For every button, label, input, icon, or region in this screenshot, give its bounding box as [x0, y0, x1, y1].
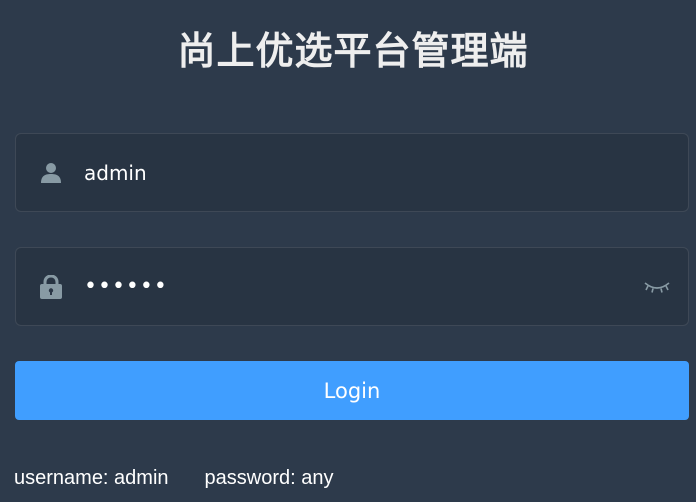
- login-page: 尚上优选平台管理端 admin •••••• Login username: a…: [0, 0, 696, 502]
- user-icon: [36, 158, 66, 188]
- username-tip: username: admin: [14, 467, 169, 489]
- login-tips: username: admin password: any: [14, 464, 334, 492]
- username-input[interactable]: [84, 152, 688, 193]
- page-title: 尚上优选平台管理端: [177, 29, 529, 73]
- eye-closed-icon[interactable]: [640, 272, 674, 302]
- lock-icon: [36, 272, 66, 302]
- login-button[interactable]: Login: [15, 361, 689, 420]
- password-input[interactable]: [84, 266, 640, 307]
- password-field[interactable]: [15, 247, 689, 326]
- password-tip: password: any: [204, 467, 334, 489]
- username-field[interactable]: [15, 133, 689, 212]
